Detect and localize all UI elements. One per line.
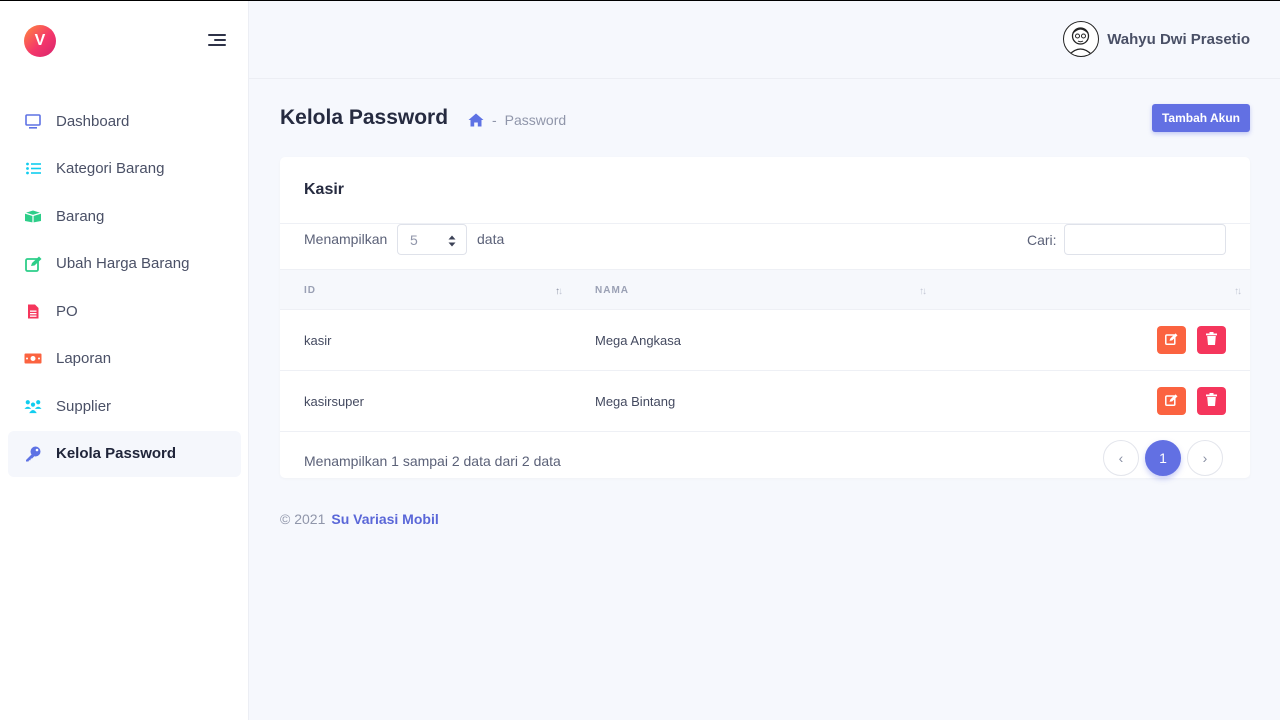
sidebar-item-kelola-password[interactable]: Kelola Password	[8, 430, 241, 477]
table-header: ID ↑↓ NAMA ↑↓ ↑↓	[280, 269, 1250, 310]
home-icon[interactable]	[468, 113, 484, 128]
edit-button[interactable]	[1157, 387, 1186, 415]
menu-toggle-icon[interactable]	[206, 33, 226, 49]
sidebar-item-kategori-barang[interactable]: Kategori Barang	[8, 146, 241, 192]
monitor-icon	[24, 112, 42, 130]
page-title: Kelola Password	[280, 106, 449, 129]
cell-nama: Mega Angkasa	[595, 333, 682, 348]
edit-icon	[1165, 332, 1178, 348]
add-account-button[interactable]: Tambah Akun	[1152, 104, 1250, 132]
edit-icon	[24, 255, 42, 273]
sidebar-item-label: Kelola Password	[56, 445, 177, 462]
breadcrumb-separator: -	[492, 112, 497, 128]
table-info: Menampilkan 1 sampai 2 data dari 2 data	[304, 453, 561, 469]
sidebar-item-laporan[interactable]: Laporan	[8, 336, 241, 382]
user-name: Wahyu Dwi Prasetio	[1107, 30, 1250, 48]
copyright: © 2021	[280, 511, 326, 527]
list-icon	[24, 160, 42, 178]
search-input[interactable]	[1064, 224, 1226, 255]
sidebar-item-supplier[interactable]: Supplier	[8, 383, 241, 429]
card-title: Kasir	[304, 181, 345, 198]
footer-brand-link[interactable]: Su Variasi Mobil	[331, 511, 438, 527]
cell-id: kasir	[304, 333, 332, 348]
trash-icon	[1206, 393, 1217, 409]
table-row: kasir Mega Angkasa	[280, 310, 1250, 371]
footer: © 2021 Su Variasi Mobil	[280, 511, 439, 527]
delete-button[interactable]	[1197, 387, 1226, 415]
trash-icon	[1206, 332, 1217, 348]
sidebar-item-ubah-harga-barang[interactable]: Ubah Harga Barang	[8, 241, 241, 287]
box-icon	[24, 207, 42, 225]
search-label: Cari:	[1027, 232, 1057, 248]
sort-icon[interactable]: ↑↓	[1234, 286, 1242, 297]
user-menu[interactable]: Wahyu Dwi Prasetio	[1063, 21, 1250, 57]
column-header-nama[interactable]: NAMA	[595, 285, 629, 296]
sidebar-item-po[interactable]: PO	[8, 288, 241, 334]
sidebar: V Dashboard Kategori Barang Barang Ubah …	[0, 1, 249, 720]
topbar: Wahyu Dwi Prasetio	[249, 1, 1280, 79]
sidebar-item-dashboard[interactable]: Dashboard	[8, 98, 241, 144]
sidebar-item-label: Supplier	[56, 397, 112, 415]
column-header-id[interactable]: ID	[304, 285, 316, 296]
page-size-select[interactable]: 5	[397, 224, 467, 255]
edit-icon	[1165, 393, 1178, 409]
pagination-next[interactable]: ›	[1187, 440, 1223, 476]
cell-id: kasirsuper	[304, 394, 364, 409]
page-size-label: Menampilkan	[304, 231, 388, 247]
key-icon	[24, 445, 42, 463]
sidebar-item-label: Dashboard	[56, 112, 130, 130]
sidebar-item-label: PO	[56, 302, 78, 320]
app-logo[interactable]: V	[24, 25, 56, 57]
sidebar-item-label: Barang	[56, 207, 105, 225]
avatar	[1063, 21, 1100, 57]
delete-button[interactable]	[1197, 326, 1226, 354]
edit-button[interactable]	[1157, 326, 1186, 354]
pagination-prev[interactable]: ‹	[1103, 440, 1139, 476]
sort-icon[interactable]: ↑↓	[919, 286, 927, 297]
pagination-page[interactable]: 1	[1145, 440, 1181, 476]
table-row: kasirsuper Mega Bintang	[280, 371, 1250, 432]
sidebar-item-label: Ubah Harga Barang	[56, 255, 190, 272]
page-size-value: 5	[410, 232, 418, 248]
sort-caret-icon	[448, 234, 456, 247]
sidebar-item-label: Laporan	[56, 350, 112, 367]
sidebar-item-label: Kategori Barang	[56, 160, 165, 177]
kasir-card: Kasir Menampilkan 5 data Cari: ID ↑↓ NAM…	[280, 157, 1250, 478]
sort-icon[interactable]: ↑↓	[555, 286, 563, 297]
file-icon	[24, 302, 42, 320]
page-size-suffix: data	[477, 231, 505, 247]
cell-nama: Mega Bintang	[595, 394, 676, 409]
sidebar-nav: Dashboard Kategori Barang Barang Ubah Ha…	[8, 98, 241, 478]
money-icon	[24, 350, 42, 368]
sidebar-item-barang[interactable]: Barang	[8, 193, 241, 239]
people-icon	[24, 397, 42, 415]
breadcrumb: - Password	[468, 112, 566, 128]
breadcrumb-current: Password	[504, 112, 567, 128]
